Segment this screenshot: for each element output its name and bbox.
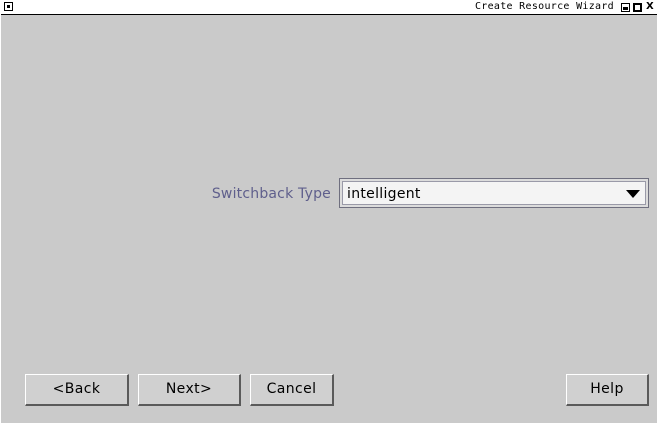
cancel-button[interactable]: Cancel — [250, 374, 334, 406]
help-button[interactable]: Help — [566, 374, 649, 406]
minimize-icon[interactable] — [621, 3, 630, 12]
select-field[interactable]: intelligent — [342, 181, 646, 205]
close-icon[interactable]: X — [646, 2, 656, 13]
wizard-window: Create Resource Wizard X Switchback Type… — [0, 0, 657, 423]
dropdown-arrow-icon[interactable] — [626, 190, 640, 198]
window-menu-icon[interactable] — [4, 2, 13, 11]
title-bar[interactable]: Create Resource Wizard X — [1, 0, 657, 15]
maximize-icon[interactable] — [633, 3, 642, 12]
switchback-type-value: intelligent — [347, 186, 421, 202]
switchback-type-select[interactable]: intelligent — [339, 178, 649, 208]
next-button[interactable]: Next> — [138, 374, 241, 406]
switchback-type-label: Switchback Type — [211, 186, 331, 202]
back-button[interactable]: <Back — [25, 374, 129, 406]
window-title: Create Resource Wizard — [474, 1, 614, 12]
